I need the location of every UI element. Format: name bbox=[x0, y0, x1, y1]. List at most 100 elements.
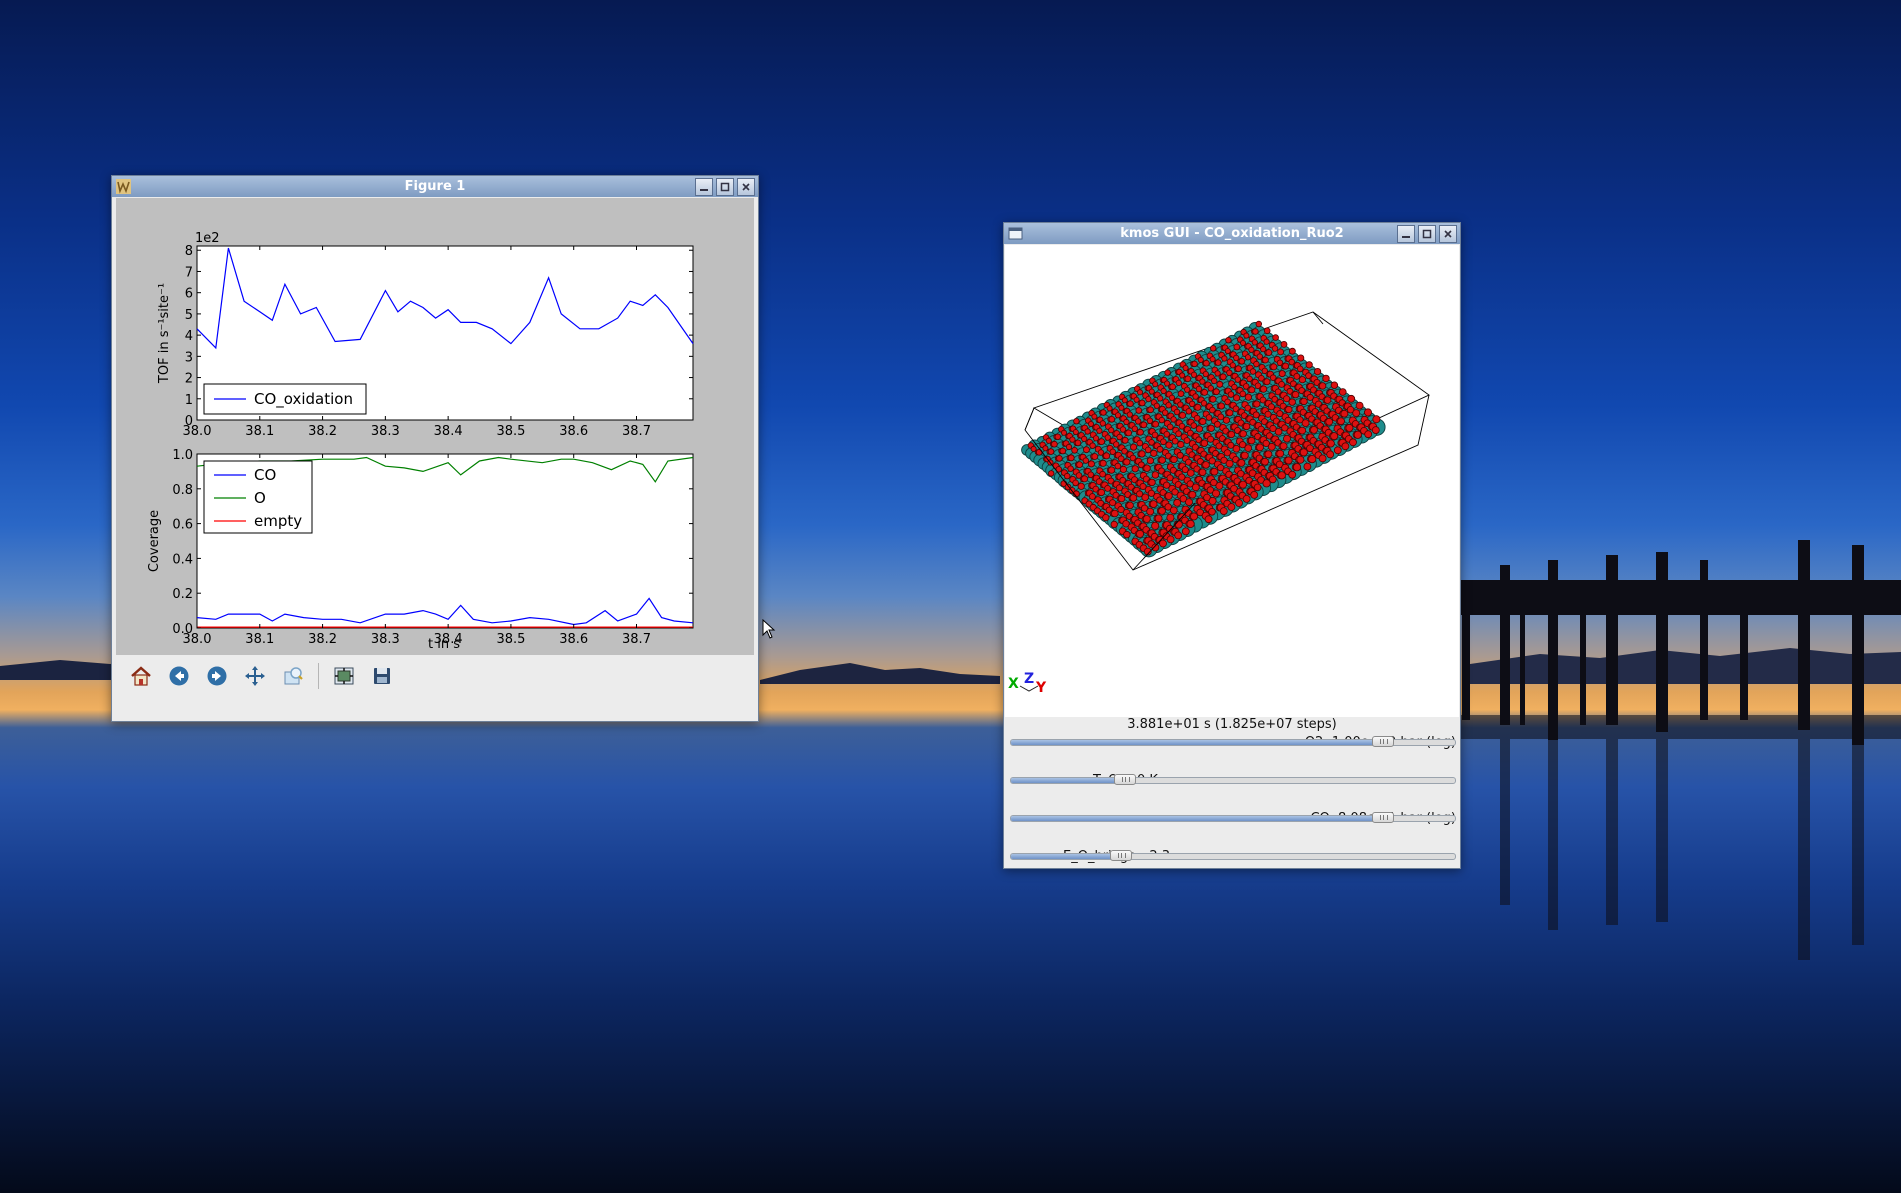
atom bbox=[1232, 444, 1241, 453]
close-button[interactable] bbox=[737, 178, 755, 196]
atom bbox=[1189, 512, 1198, 521]
atom bbox=[1262, 479, 1271, 488]
x-tick-label: 38.2 bbox=[308, 424, 337, 439]
atom bbox=[1159, 539, 1167, 548]
co-slider-handle[interactable] bbox=[1371, 812, 1394, 823]
atom bbox=[1239, 430, 1247, 438]
atom bbox=[1191, 483, 1200, 492]
atom bbox=[1188, 490, 1197, 499]
atom bbox=[1198, 468, 1207, 477]
y-tick-label: 7 bbox=[185, 265, 193, 280]
atom bbox=[1318, 382, 1327, 390]
atoms-view[interactable]: X Z Y bbox=[1005, 245, 1459, 717]
atom bbox=[1103, 452, 1111, 460]
atom bbox=[1305, 361, 1313, 369]
y-tick-label: 1.0 bbox=[172, 448, 193, 463]
forward-button[interactable] bbox=[204, 663, 230, 689]
atom bbox=[1051, 440, 1058, 448]
close-button[interactable] bbox=[1439, 225, 1457, 243]
legend-co-oxidation: CO_oxidation bbox=[254, 390, 353, 409]
atom bbox=[1235, 499, 1243, 507]
atom bbox=[1065, 443, 1073, 451]
atom bbox=[1285, 405, 1293, 414]
atom bbox=[1244, 354, 1252, 361]
home-icon bbox=[131, 666, 151, 686]
atoms-svg[interactable]: X Z Y bbox=[1005, 245, 1459, 717]
legend-o: O bbox=[254, 489, 266, 507]
atom bbox=[1098, 438, 1105, 446]
atom bbox=[1073, 417, 1080, 425]
atom bbox=[1169, 506, 1178, 515]
temperature-slider[interactable] bbox=[1010, 777, 1456, 784]
minimize-button[interactable] bbox=[695, 178, 713, 196]
atom bbox=[1089, 442, 1096, 449]
atom bbox=[1177, 390, 1185, 398]
subplots-icon bbox=[334, 667, 354, 685]
x-tick-label: 38.5 bbox=[496, 632, 525, 647]
atom bbox=[1300, 397, 1308, 406]
atom bbox=[1202, 461, 1210, 469]
e-o-bridge-slider-handle[interactable] bbox=[1110, 850, 1132, 861]
window-menu-icon[interactable] bbox=[1008, 226, 1023, 241]
back-button[interactable] bbox=[166, 663, 192, 689]
plots-svg[interactable]: 38.0 38.1 38.2 38.3 38.4 38.5 38.6 38.701234567… bbox=[116, 198, 754, 655]
atom bbox=[1204, 515, 1213, 524]
atom bbox=[1347, 394, 1356, 403]
atom bbox=[1234, 365, 1242, 373]
atom bbox=[1221, 355, 1228, 362]
atom bbox=[1083, 446, 1090, 454]
kmos-title: kmos GUI - CO_oxidation_Ruo2 bbox=[1120, 226, 1344, 241]
atom bbox=[1272, 334, 1279, 341]
atom bbox=[1158, 456, 1166, 464]
atom bbox=[1325, 417, 1334, 426]
y-tick-label: 2 bbox=[185, 372, 193, 387]
atom bbox=[1152, 420, 1160, 428]
atom bbox=[1165, 441, 1173, 449]
atom bbox=[1227, 430, 1236, 439]
pan-button[interactable] bbox=[242, 663, 268, 689]
atom bbox=[1111, 509, 1119, 518]
configure-subplots-button[interactable] bbox=[331, 663, 357, 689]
y-tick-label: 0.2 bbox=[172, 587, 193, 602]
atom bbox=[1263, 338, 1270, 345]
atom bbox=[1345, 423, 1354, 432]
save-figure-button[interactable] bbox=[369, 663, 395, 689]
atom bbox=[1303, 462, 1312, 471]
minimize-button[interactable] bbox=[1397, 225, 1415, 243]
atom bbox=[1166, 513, 1175, 522]
home-button[interactable] bbox=[128, 663, 154, 689]
atom bbox=[1243, 332, 1250, 339]
atom bbox=[1035, 449, 1043, 456]
atom bbox=[1156, 445, 1164, 453]
temperature-slider-handle[interactable] bbox=[1114, 774, 1137, 785]
atom bbox=[1296, 455, 1305, 464]
zoom-button[interactable] bbox=[280, 663, 306, 689]
maximize-button[interactable] bbox=[716, 178, 734, 196]
kmos-titlebar[interactable]: kmos GUI - CO_oxidation_Ruo2 bbox=[1004, 223, 1460, 244]
e-o-bridge-slider[interactable] bbox=[1010, 853, 1456, 860]
atom bbox=[1089, 493, 1096, 500]
atom bbox=[1158, 506, 1166, 515]
atom bbox=[1271, 345, 1279, 352]
atom bbox=[1054, 433, 1061, 440]
figure-titlebar[interactable]: Figure 1 bbox=[112, 176, 758, 197]
atom bbox=[1293, 372, 1301, 380]
tof-y-label: TOF in s⁻¹site⁻¹ bbox=[157, 283, 172, 384]
atom bbox=[1157, 395, 1164, 402]
close-icon bbox=[742, 183, 750, 191]
atom bbox=[1165, 401, 1172, 409]
atom bbox=[1201, 388, 1209, 396]
atom bbox=[1141, 493, 1150, 502]
atom bbox=[1187, 469, 1195, 477]
maximize-icon bbox=[1422, 229, 1432, 239]
plot-canvas[interactable]: 38.0 38.1 38.2 38.3 38.4 38.5 38.6 38.7 0 1 2 3 4 5 6 7… bbox=[116, 198, 754, 655]
atom bbox=[1233, 343, 1241, 351]
atom bbox=[1238, 480, 1247, 489]
atom bbox=[1135, 529, 1144, 538]
atom bbox=[1222, 416, 1230, 424]
atom bbox=[1255, 320, 1262, 328]
maximize-button[interactable] bbox=[1418, 225, 1436, 243]
e-o-bridge-slider-fill bbox=[1011, 854, 1122, 859]
atom bbox=[1298, 426, 1307, 435]
o2-slider-handle[interactable] bbox=[1371, 736, 1394, 747]
